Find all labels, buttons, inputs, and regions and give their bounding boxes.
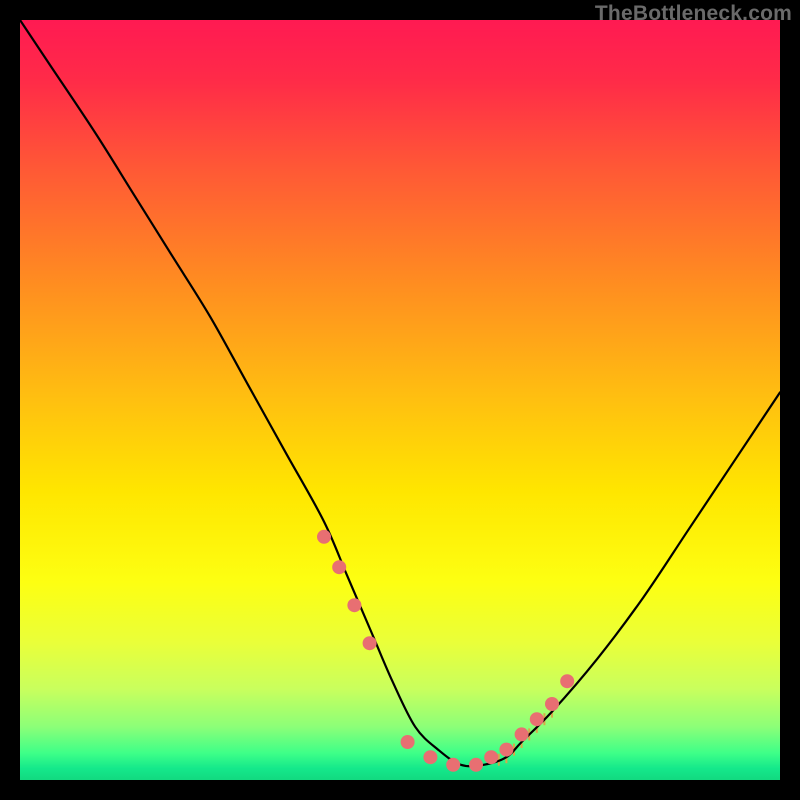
- highlight-dot: [423, 750, 437, 764]
- highlight-dot: [484, 750, 498, 764]
- highlight-dot: [446, 758, 460, 772]
- chart-overlay: [20, 20, 780, 780]
- bottleneck-curve: [20, 20, 780, 766]
- highlight-dot: [332, 560, 346, 574]
- highlight-dot: [317, 530, 331, 544]
- highlight-dot: [545, 697, 559, 711]
- highlight-dot: [347, 598, 361, 612]
- highlight-dot: [560, 674, 574, 688]
- highlight-dot: [515, 727, 529, 741]
- highlight-dot: [469, 758, 483, 772]
- highlight-dot: [363, 636, 377, 650]
- chart-frame: TheBottleneck.com: [0, 0, 800, 800]
- highlight-dot: [499, 743, 513, 757]
- highlight-dot: [530, 712, 544, 726]
- watermark-label: TheBottleneck.com: [595, 2, 792, 26]
- highlight-dots-group: [317, 530, 574, 772]
- highlight-dot: [401, 735, 415, 749]
- plot-area: [20, 20, 780, 780]
